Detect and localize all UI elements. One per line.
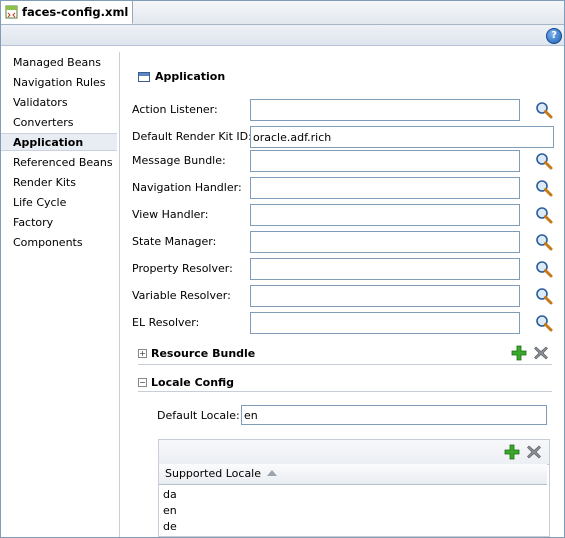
magnifier-icon[interactable] [534, 232, 554, 252]
nav-item-application[interactable]: Application [1, 133, 117, 151]
el-resolver-input[interactable] [250, 312, 520, 334]
action-listener-label: Action Listener: [132, 103, 218, 116]
action-listener-input[interactable] [250, 99, 520, 121]
editor-window: faces-config.xml ? Managed Beans Navigat… [0, 0, 565, 538]
tab-faces-config[interactable]: faces-config.xml [1, 1, 133, 24]
nav-item-factory[interactable]: Factory [1, 214, 117, 232]
magnifier-icon[interactable] [534, 313, 554, 333]
table-row[interactable]: en [163, 503, 177, 518]
view-handler-label: View Handler: [132, 208, 209, 221]
navigation-handler-label: Navigation Handler: [132, 181, 242, 194]
section-title-label: Application [155, 70, 226, 83]
application-icon [138, 72, 150, 82]
nav-item-validators[interactable]: Validators [1, 94, 117, 112]
supported-locale-column-header[interactable]: Supported Locale [159, 464, 547, 485]
magnifier-icon[interactable] [534, 286, 554, 306]
nav-item-managed-beans[interactable]: Managed Beans [1, 54, 117, 72]
nav-item-render-kits[interactable]: Render Kits [1, 174, 117, 192]
add-icon[interactable] [504, 444, 520, 460]
state-manager-label: State Manager: [132, 235, 217, 248]
overview-nav: Managed Beans Navigation Rules Validator… [1, 52, 120, 537]
application-panel: Application Action Listener: Default Ren… [120, 52, 564, 537]
sort-ascending-icon [267, 470, 278, 476]
collapse-icon[interactable]: − [138, 378, 147, 387]
help-icon[interactable]: ? [546, 28, 562, 44]
nav-item-components[interactable]: Components [1, 234, 117, 252]
message-bundle-label: Message Bundle: [132, 154, 226, 167]
magnifier-icon[interactable] [534, 151, 554, 171]
table-row[interactable]: da [163, 487, 177, 502]
section-title: Application [138, 70, 225, 84]
tab-label: faces-config.xml [22, 5, 129, 19]
resource-bundle-header[interactable]: + Resource Bundle [138, 347, 255, 363]
render-kit-id-label: Default Render Kit ID: [132, 130, 252, 143]
property-resolver-label: Property Resolver: [132, 262, 233, 275]
nav-item-converters[interactable]: Converters [1, 114, 117, 132]
magnifier-icon[interactable] [534, 100, 554, 120]
xml-file-icon [5, 5, 18, 19]
resource-bundle-title: Resource Bundle [151, 347, 256, 360]
state-manager-input[interactable] [250, 231, 520, 253]
default-locale-label: Default Locale: [157, 409, 240, 422]
navigation-handler-input[interactable] [250, 177, 520, 199]
column-header-label: Supported Locale [165, 467, 278, 480]
el-resolver-label: EL Resolver: [132, 316, 200, 329]
table-row[interactable]: de [163, 519, 177, 534]
expand-icon[interactable]: + [138, 349, 147, 358]
supported-locale-table: Supported Locale da en de [158, 439, 550, 537]
variable-resolver-input[interactable] [250, 285, 520, 307]
nav-item-navigation-rules[interactable]: Navigation Rules [1, 74, 117, 92]
render-kit-id-input[interactable] [250, 126, 554, 148]
default-locale-input[interactable] [241, 405, 547, 425]
locale-config-header[interactable]: − Locale Config [138, 376, 234, 392]
editor-toolbar: ? [1, 25, 564, 46]
magnifier-icon[interactable] [534, 259, 554, 279]
tab-strip: faces-config.xml [1, 1, 564, 25]
delete-icon[interactable] [526, 444, 542, 460]
nav-item-referenced-beans[interactable]: Referenced Beans [1, 154, 117, 172]
add-icon[interactable] [511, 345, 527, 361]
locale-table-toolbar [159, 440, 549, 465]
variable-resolver-label: Variable Resolver: [132, 289, 231, 302]
property-resolver-input[interactable] [250, 258, 520, 280]
divider [138, 391, 552, 392]
nav-item-life-cycle[interactable]: Life Cycle [1, 194, 117, 212]
view-handler-input[interactable] [250, 204, 520, 226]
magnifier-icon[interactable] [534, 178, 554, 198]
message-bundle-input[interactable] [250, 150, 520, 172]
delete-icon[interactable] [533, 345, 549, 361]
divider [138, 364, 552, 365]
magnifier-icon[interactable] [534, 205, 554, 225]
locale-config-title: Locale Config [151, 376, 235, 389]
